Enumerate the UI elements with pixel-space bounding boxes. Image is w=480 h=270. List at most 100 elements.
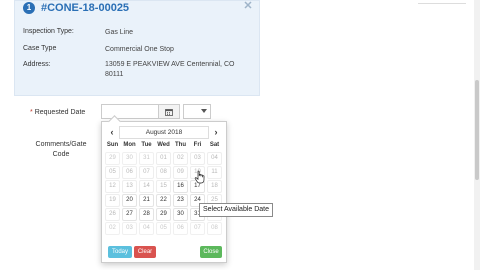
calendar-day: 01 (155, 151, 172, 165)
calendar-day: 19 (104, 193, 121, 207)
weekday-sun: Sun (106, 142, 119, 148)
calendar-button[interactable] (158, 104, 180, 119)
calendar-day[interactable]: 29 (155, 207, 172, 221)
weekday-thu: Thu (175, 142, 186, 148)
calendar-day-number: 20 (122, 194, 137, 207)
calendar-day-number: 04 (207, 152, 222, 165)
scrollbar[interactable] (474, 0, 480, 270)
calendar-day-number: 26 (105, 208, 120, 221)
calendar-day-number: 11 (207, 166, 222, 179)
calendar-day-number: 19 (105, 194, 120, 207)
calendar-day: 02 (104, 221, 121, 235)
hand-cursor-icon (194, 170, 206, 184)
calendar-day-number: 18 (207, 180, 222, 193)
calendar-day: 07 (138, 165, 155, 179)
calendar-day: 26 (104, 207, 121, 221)
calendar-day-number: 30 (122, 152, 137, 165)
calendar-day-number: 23 (173, 194, 188, 207)
inspection-type-value: Gas Line (105, 29, 134, 36)
calendar-day-number: 06 (122, 166, 137, 179)
calendar-day: 03 (189, 151, 206, 165)
prev-month-button[interactable]: ‹ (105, 126, 119, 138)
calendar-day-number: 05 (105, 166, 120, 179)
case-type-value: Commercial One Stop (105, 46, 174, 53)
clear-button[interactable]: Clear (134, 246, 156, 258)
comments-label-line-2: Code (52, 151, 70, 158)
close-icon[interactable] (243, 0, 253, 10)
calendar-day-number: 29 (156, 208, 171, 221)
today-button[interactable]: Today (108, 246, 132, 258)
calendar-day-number: 15 (156, 180, 171, 193)
calendar-day[interactable]: 27 (121, 207, 138, 221)
calendar-day: 08 (206, 221, 223, 235)
weekday-fri: Fri (193, 142, 202, 148)
calendar-day[interactable]: 21 (138, 193, 155, 207)
calendar-day[interactable]: 28 (138, 207, 155, 221)
calendar-day-number: 02 (105, 222, 120, 235)
calendar-day: 02 (172, 151, 189, 165)
comments-label-line-1: Comments/Gate (35, 141, 87, 148)
requested-date-input[interactable] (101, 104, 159, 119)
calendar-day[interactable]: 22 (155, 193, 172, 207)
calendar-day-number: 02 (173, 152, 188, 165)
calendar-day-number: 22 (156, 194, 171, 207)
month-switch[interactable]: August 2018 (119, 125, 209, 139)
calendar-day: 09 (172, 165, 189, 179)
weekday-mon: Mon (123, 142, 136, 148)
case-type-label: Case Type (23, 45, 57, 52)
scrollbar-thumb[interactable] (475, 80, 479, 180)
calendar-day-number: 08 (156, 166, 171, 179)
requested-date-label: * Requested Date (30, 109, 85, 116)
calendar-day-number: 12 (105, 180, 120, 193)
comments-label: Comments/Gate Code (34, 140, 88, 160)
inspection-card: 1 #CONE-18-00025 Inspection Type: Gas Li… (14, 0, 260, 96)
calendar-day-number: 03 (190, 152, 205, 165)
calendar-day-number: 03 (122, 222, 137, 235)
time-select[interactable] (183, 104, 211, 119)
requested-date-text: Requested Date (34, 109, 86, 116)
calendar-day: 30 (121, 151, 138, 165)
calendar-day-number: 16 (173, 180, 188, 193)
calendar-day-number: 09 (173, 166, 188, 179)
calendar-day: 05 (155, 221, 172, 235)
calendar-day-number: 05 (156, 222, 171, 235)
calendar-day-number: 21 (139, 194, 154, 207)
calendar-day-number: 08 (207, 222, 222, 235)
address-label: Address: (23, 61, 51, 68)
calendar-day: 14 (138, 179, 155, 193)
calendar-day: 29 (104, 151, 121, 165)
calendar-day[interactable]: 30 (172, 207, 189, 221)
tooltip: Select Available Date (199, 203, 274, 217)
calendar-day: 03 (121, 221, 138, 235)
case-id[interactable]: #CONE-18-00025 (41, 2, 129, 14)
calendar-day: 31 (138, 151, 155, 165)
calendar-day-number: 29 (105, 152, 120, 165)
datepicker-header: ‹ August 2018 › (105, 125, 223, 139)
calendar-day: 15 (155, 179, 172, 193)
datepicker: ‹ August 2018 › Sun Mon Tue Wed Thu Fri … (101, 115, 227, 263)
calendar-day: 06 (172, 221, 189, 235)
calendar-day-number: 07 (190, 222, 205, 235)
card-header: 1 #CONE-18-00025 (23, 1, 129, 14)
weekday-wed: Wed (157, 142, 170, 148)
calendar-day[interactable]: 20 (121, 193, 138, 207)
calendar-week-row: 12 13 14 15 16 17 18 (104, 179, 224, 193)
calendar-day[interactable]: 16 (172, 179, 189, 193)
top-tab-strip (418, 0, 466, 4)
calendar-day[interactable]: 23 (172, 193, 189, 207)
weekday-sat: Sat (209, 142, 220, 148)
next-month-button[interactable]: › (209, 126, 223, 138)
calendar-day-number: 28 (139, 208, 154, 221)
calendar-day: 07 (189, 221, 206, 235)
calendar-day-number: 13 (122, 180, 137, 193)
calendar-day: 18 (206, 179, 223, 193)
calendar-day: 11 (206, 165, 223, 179)
close-button[interactable]: Close (200, 246, 222, 258)
calendar-week-row: 05 06 07 08 09 10 11 (104, 165, 224, 179)
address-line-1: 13059 E PEAKVIEW AVE Centennial, CO (105, 61, 235, 68)
calendar-day-number: 31 (139, 152, 154, 165)
calendar-day-number: 01 (156, 152, 171, 165)
step-badge: 1 (23, 1, 35, 14)
calendar-week-row: 29 30 31 01 02 03 04 (104, 151, 224, 165)
calendar-day: 08 (155, 165, 172, 179)
